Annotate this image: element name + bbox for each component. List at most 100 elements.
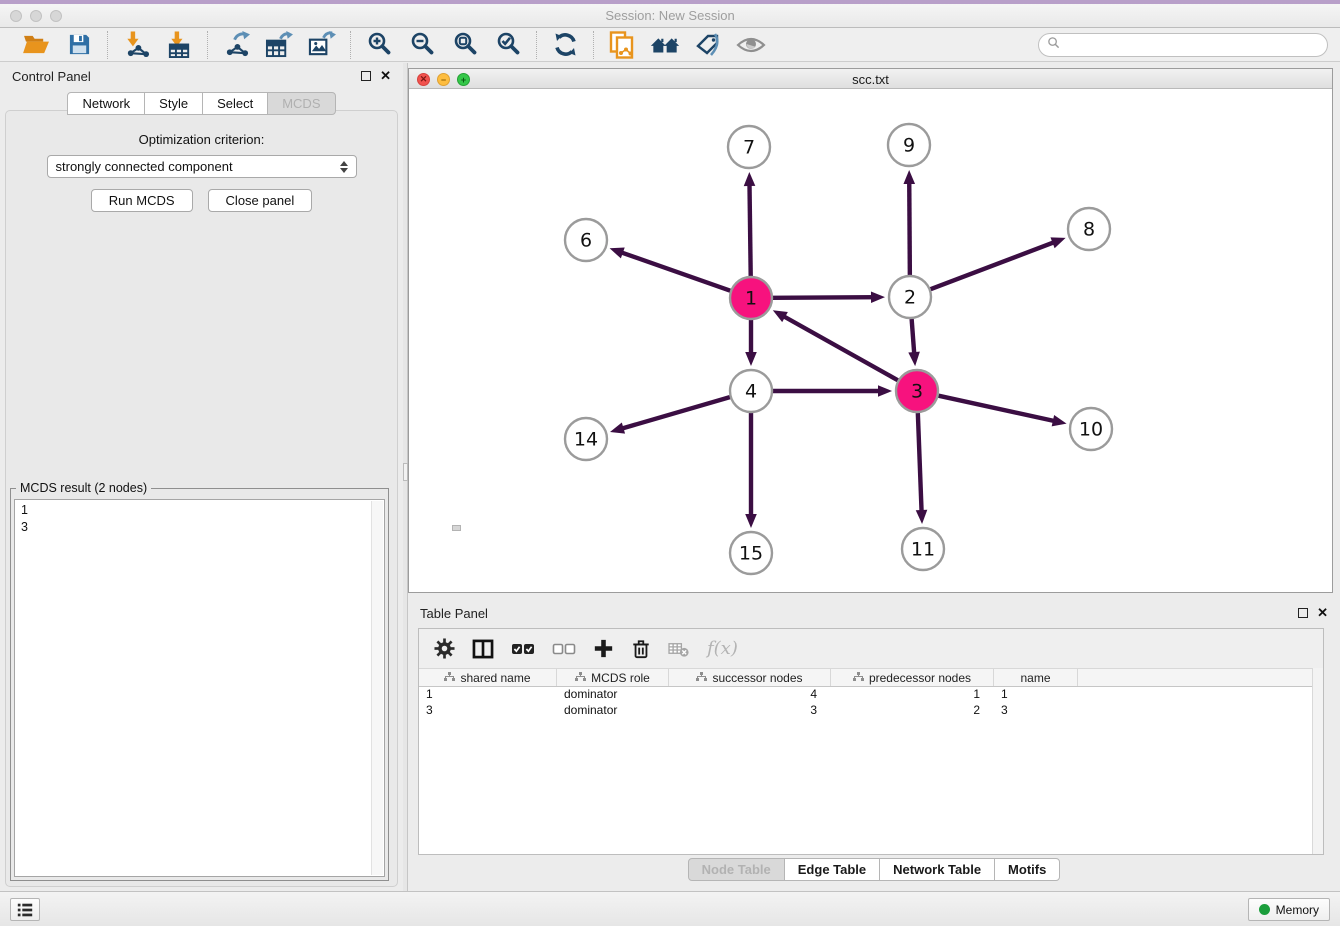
cell-shared-name[interactable]: 3 (419, 703, 557, 719)
svg-text:14: 14 (574, 429, 598, 451)
table-body: 1dominator4113dominator323 (419, 687, 1323, 719)
cell-predecessor-nodes[interactable]: 1 (831, 687, 994, 703)
column-header-successor-nodes[interactable]: successor nodes (669, 669, 831, 686)
cell-name[interactable]: 3 (994, 703, 1078, 719)
graph-node-1[interactable]: 1 (730, 277, 772, 319)
delete-table-icon[interactable] (668, 639, 690, 658)
cell-shared-name[interactable]: 1 (419, 687, 557, 703)
refresh-icon[interactable] (550, 31, 580, 59)
cell-predecessor-nodes[interactable]: 2 (831, 703, 994, 719)
svg-text:15: 15 (739, 543, 763, 565)
import-network-icon[interactable] (121, 31, 151, 59)
tab-network[interactable]: Network (67, 92, 145, 115)
window-resize-handle[interactable] (452, 525, 461, 531)
table-row[interactable]: 3dominator323 (419, 703, 1323, 719)
search-icon (1047, 36, 1060, 54)
network-window-titlebar[interactable]: ✕ − + scc.txt (409, 69, 1332, 89)
eye-icon[interactable] (736, 31, 766, 59)
table-tabs: Node TableEdge TableNetwork TableMotifs (408, 858, 1340, 881)
zoom-fit-icon[interactable] (450, 31, 480, 59)
search-input[interactable] (1065, 38, 1327, 52)
window-top-edge (0, 0, 1340, 4)
control-panel: Control Panel ✕ NetworkStyleSelectMCDS O… (0, 63, 403, 891)
tab-network-table[interactable]: Network Table (879, 858, 995, 881)
mcds-result-title: MCDS result (2 nodes) (16, 481, 151, 495)
mcds-result-textarea[interactable]: 1 3 (14, 499, 385, 877)
cell-name[interactable]: 1 (994, 687, 1078, 703)
unselect-all-columns-icon[interactable] (552, 641, 576, 657)
clone-network-icon[interactable] (607, 31, 637, 59)
cell-successor-nodes[interactable]: 3 (669, 703, 831, 719)
run-mcds-button[interactable]: Run MCDS (91, 189, 193, 212)
graph-node-8[interactable]: 8 (1068, 208, 1110, 250)
tab-style[interactable]: Style (144, 92, 203, 115)
memory-button[interactable]: Memory (1248, 898, 1330, 921)
graph-node-7[interactable]: 7 (728, 126, 770, 168)
network-graph: 7 9 6 8 1 2 4 3 14 10 15 11 (409, 90, 1332, 593)
list-icon (15, 901, 35, 919)
mcds-result-scrollbar[interactable] (371, 501, 383, 875)
export-table-icon[interactable] (264, 31, 294, 59)
optimization-criterion-select[interactable]: strongly connected component (47, 155, 357, 178)
export-image-icon[interactable] (307, 31, 337, 59)
function-builder-icon[interactable]: f(x) (707, 638, 738, 659)
folder-open-icon[interactable] (21, 31, 51, 59)
optimization-criterion-label: Optimization criterion: (6, 132, 397, 147)
graph-node-4[interactable]: 4 (730, 370, 772, 412)
graph-node-6[interactable]: 6 (565, 219, 607, 261)
memory-label: Memory (1276, 903, 1319, 917)
cell-mcds-role[interactable]: dominator (557, 687, 669, 703)
close-panel-icon[interactable]: ✕ (380, 71, 391, 81)
graph-node-11[interactable]: 11 (902, 528, 944, 570)
column-header-predecessor-nodes[interactable]: predecessor nodes (831, 669, 994, 686)
select-all-columns-icon[interactable] (511, 641, 535, 657)
graph-node-15[interactable]: 15 (730, 532, 772, 574)
graph-node-9[interactable]: 9 (888, 124, 930, 166)
column-header-mcds-role[interactable]: MCDS role (557, 669, 669, 686)
close-panel-button[interactable]: Close panel (208, 189, 313, 212)
node-attribute-icon (853, 671, 864, 685)
column-header-name[interactable]: name (994, 669, 1078, 686)
zoom-in-icon[interactable] (364, 31, 394, 59)
tab-select[interactable]: Select (202, 92, 268, 115)
toolbar-group (108, 31, 207, 59)
float-table-panel-icon[interactable] (1298, 608, 1308, 618)
home-icon[interactable] (650, 31, 680, 59)
hide-label-icon[interactable] (693, 31, 723, 59)
column-header-shared-name[interactable]: shared name (419, 669, 557, 686)
import-table-icon[interactable] (164, 31, 194, 59)
close-table-panel-icon[interactable]: ✕ (1317, 608, 1328, 618)
tab-motifs[interactable]: Motifs (994, 858, 1060, 881)
graph-node-14[interactable]: 14 (565, 418, 607, 460)
search-box[interactable] (1038, 33, 1328, 57)
svg-text:2: 2 (904, 287, 916, 309)
table-scrollbar[interactable] (1312, 668, 1323, 854)
export-network-icon[interactable] (221, 31, 251, 59)
add-column-icon[interactable] (593, 638, 614, 659)
column-label: name (1020, 671, 1050, 685)
gear-icon[interactable] (434, 638, 455, 659)
tab-edge-table[interactable]: Edge Table (784, 858, 880, 881)
node-attribute-icon (575, 671, 586, 685)
table-row[interactable]: 1dominator411 (419, 687, 1323, 703)
zoom-selected-icon[interactable] (493, 31, 523, 59)
float-panel-icon[interactable] (361, 71, 371, 81)
task-history-button[interactable] (10, 898, 40, 921)
delete-column-icon[interactable] (631, 638, 651, 660)
optimization-criterion-value: strongly connected component (56, 159, 233, 174)
network-canvas[interactable]: 7 9 6 8 1 2 4 3 14 10 15 11 (409, 90, 1332, 592)
cell-successor-nodes[interactable]: 4 (669, 687, 831, 703)
zoom-out-icon[interactable] (407, 31, 437, 59)
tab-node-table[interactable]: Node Table (688, 858, 785, 881)
save-icon[interactable] (64, 31, 94, 59)
svg-text:10: 10 (1079, 419, 1103, 441)
graph-node-10[interactable]: 10 (1070, 408, 1112, 450)
graph-node-3[interactable]: 3 (896, 370, 938, 412)
graph-node-2[interactable]: 2 (889, 276, 931, 318)
split-columns-icon[interactable] (472, 639, 494, 659)
control-panel-title: Control Panel (12, 69, 91, 84)
cell-mcds-role[interactable]: dominator (557, 703, 669, 719)
tab-mcds[interactable]: MCDS (267, 92, 335, 115)
main-toolbar (0, 28, 1340, 62)
network-view-window: ✕ − + scc.txt 7 9 6 8 1 2 4 3 14 10 15 11 (408, 68, 1333, 593)
